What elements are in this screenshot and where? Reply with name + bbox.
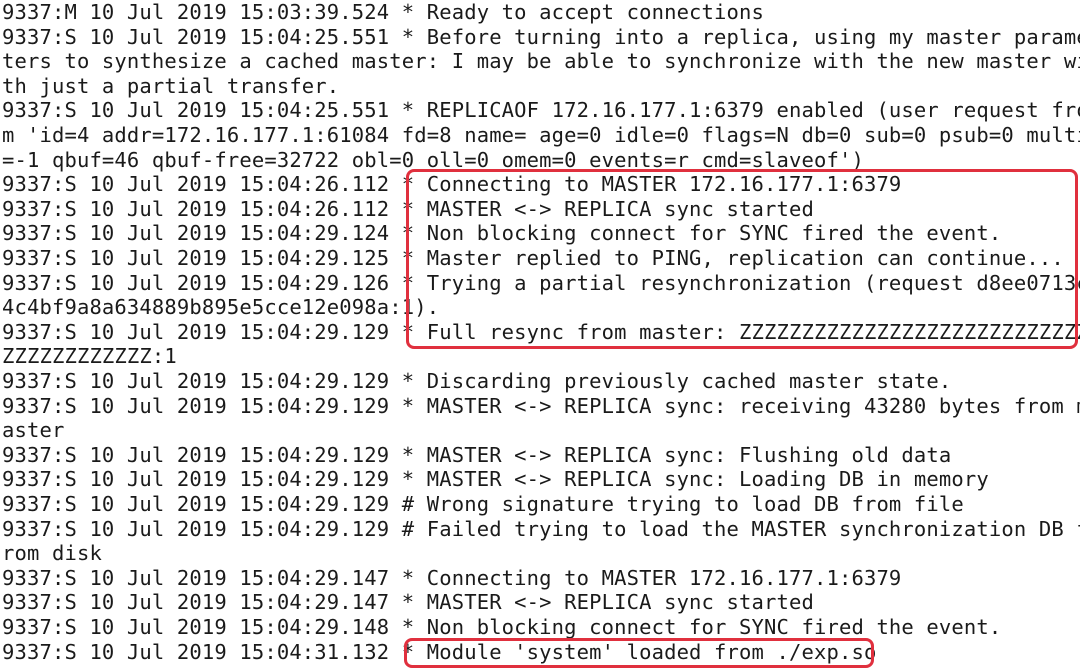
log-line: ters to synthesize a cached master: I ma… bbox=[2, 49, 1080, 74]
log-line: th just a partial transfer. bbox=[2, 73, 340, 98]
terminal-output[interactable]: 9337:M 10 Jul 2019 15:03:39.524 * Ready … bbox=[0, 0, 1080, 669]
log-line: m 'id=4 addr=172.16.177.1:61084 fd=8 nam… bbox=[2, 123, 1080, 147]
log-line: rom disk bbox=[2, 541, 102, 566]
log-line: aster bbox=[2, 418, 65, 443]
log-line: 9337:S 10 Jul 2019 15:04:29.129 # Wrong … bbox=[2, 492, 964, 516]
log-line: 9337:S 10 Jul 2019 15:04:29.147 * Connec… bbox=[2, 565, 902, 590]
replication-sync-highlight-box bbox=[406, 169, 1078, 349]
log-line: 9337:S 10 Jul 2019 15:04:29.129 * Discar… bbox=[2, 369, 952, 393]
log-line: 9337:S 10 Jul 2019 15:04:29.129 * MASTER… bbox=[2, 467, 989, 492]
log-line: 9337:S 10 Jul 2019 15:04:29.147 * MASTER… bbox=[2, 590, 814, 615]
log-line: 9337:S 10 Jul 2019 15:04:29.129 # Failed… bbox=[2, 516, 1080, 541]
log-line: 9337:S 10 Jul 2019 15:04:29.129 * MASTER… bbox=[2, 442, 952, 467]
log-line: 9337:S 10 Jul 2019 15:04:29.148 * Non bl… bbox=[2, 615, 1002, 639]
log-line: ZZZZZZZZZZZZ:1 bbox=[2, 344, 177, 369]
log-line: 4c4bf9a8a634889b895e5cce12e098a:1). bbox=[2, 295, 440, 320]
module-loaded-highlight-box bbox=[404, 638, 874, 668]
log-line: 9337:S 10 Jul 2019 15:04:25.551 * Before… bbox=[2, 24, 1080, 49]
log-line: 9337:S 10 Jul 2019 15:04:29.129 * MASTER… bbox=[2, 393, 1080, 418]
log-line: 9337:S 10 Jul 2019 15:04:25.551 * REPLIC… bbox=[2, 98, 1080, 123]
log-line: 9337:M 10 Jul 2019 15:03:39.524 * Ready … bbox=[2, 0, 765, 24]
